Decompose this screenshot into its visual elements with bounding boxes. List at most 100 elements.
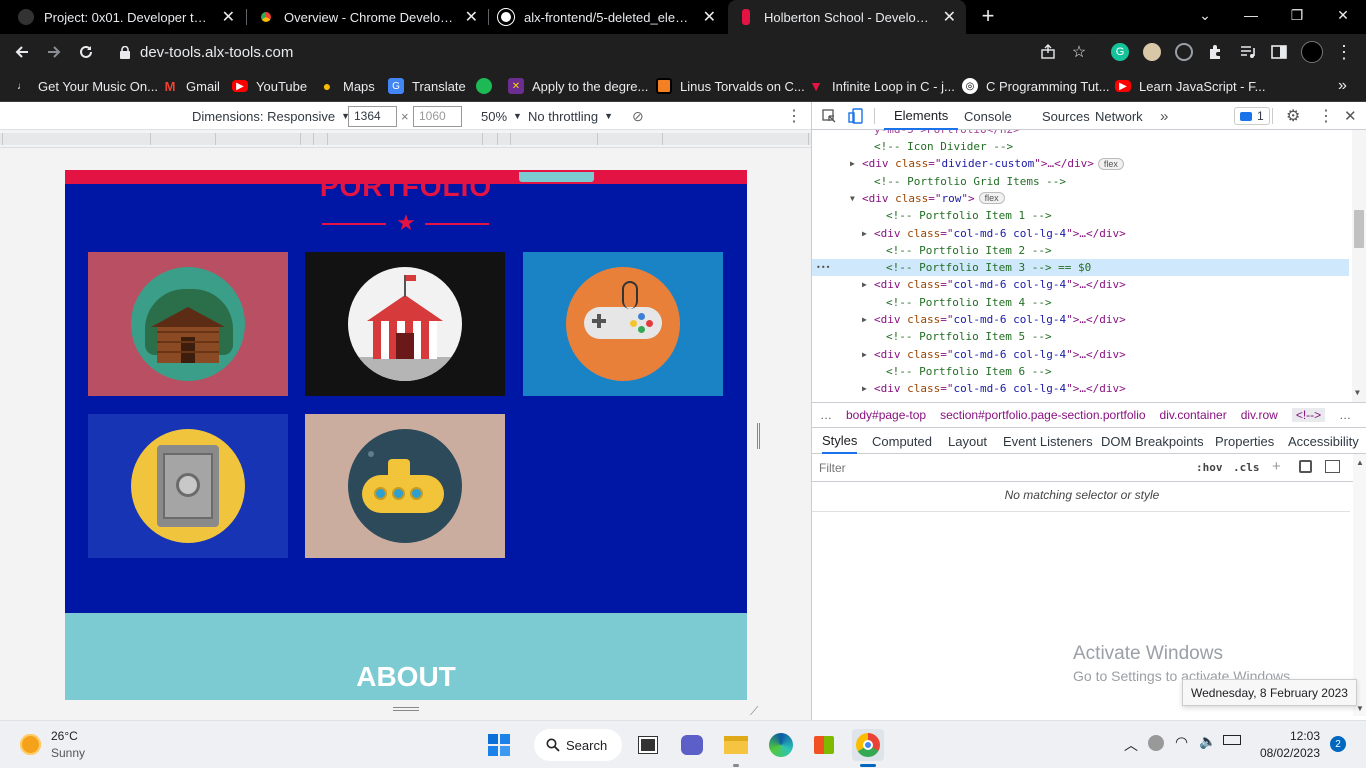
- tab-holberton[interactable]: Holberton School - Developer to ✕: [728, 0, 966, 34]
- grammarly-icon[interactable]: G: [1108, 40, 1132, 64]
- devtools-menu-icon[interactable]: ⋮: [1318, 102, 1334, 130]
- lock-icon[interactable]: [120, 45, 130, 59]
- expand-arrow-icon[interactable]: ▶: [862, 384, 870, 393]
- start-windows-icon[interactable]: [483, 729, 515, 761]
- menu-kebab-icon[interactable]: ⋮: [1332, 40, 1356, 64]
- bookmark-translate[interactable]: G Translate: [388, 76, 466, 96]
- bookmark-star-icon[interactable]: ☆: [1067, 40, 1091, 64]
- chrome-taskbar-icon[interactable]: [852, 729, 884, 761]
- bookmark-music[interactable]: ♩ Get Your Music On...: [14, 76, 158, 96]
- dom-element-line[interactable]: ▶ <div class="col-md-6 col-lg-4">…</div>: [812, 225, 1352, 242]
- back-icon[interactable]: [10, 40, 34, 64]
- zoom-dropdown[interactable]: 50% ▼: [481, 102, 522, 130]
- bookmarks-overflow-button[interactable]: »: [1338, 76, 1347, 96]
- media-query-ruler[interactable]: [0, 130, 811, 148]
- tab-dom-breakpoints[interactable]: DOM Breakpoints: [1101, 428, 1204, 454]
- resize-corner-icon[interactable]: ⟋: [750, 704, 764, 718]
- portfolio-item-game[interactable]: [523, 252, 723, 396]
- breadcrumb-comment[interactable]: <!-->: [1291, 408, 1326, 422]
- file-explorer-icon[interactable]: [720, 729, 752, 761]
- dom-comment-line[interactable]: <!-- Portfolio Item 5 -->: [812, 328, 1352, 345]
- breadcrumb-more-right[interactable]: …: [1339, 408, 1351, 422]
- dom-element-line[interactable]: ▶ <div class="col-md-6 col-lg-4">…</div>: [812, 380, 1352, 397]
- bookmark-gmail[interactable]: M Gmail: [162, 76, 220, 96]
- battery-icon[interactable]: [1223, 735, 1241, 745]
- extensions-puzzle-icon[interactable]: [1203, 40, 1227, 64]
- device-toggle-icon[interactable]: [848, 102, 864, 130]
- dom-comment-line[interactable]: <!-- Portfolio Item 1 -->: [812, 207, 1352, 224]
- profile-avatar-icon[interactable]: [1300, 40, 1324, 64]
- tab-console[interactable]: Console: [964, 102, 1012, 130]
- scroll-thumb[interactable]: [1354, 210, 1364, 248]
- volume-icon[interactable]: 🔈: [1199, 733, 1216, 750]
- dom-comment-line[interactable]: <!-- Portfolio Item 2 -->: [812, 242, 1352, 259]
- tab-network[interactable]: Network: [1095, 102, 1143, 130]
- more-tabs-button[interactable]: »: [1160, 102, 1168, 130]
- expand-arrow-icon[interactable]: ▶: [862, 280, 870, 289]
- tab-accessibility[interactable]: Accessibility: [1288, 428, 1359, 454]
- styles-scrollbar[interactable]: ▲ ▼: [1353, 454, 1366, 716]
- rotate-icon[interactable]: ⊘: [632, 102, 644, 130]
- forward-icon[interactable]: [42, 40, 66, 64]
- breadcrumb-body[interactable]: body#page-top: [846, 408, 926, 422]
- weather-sun-icon[interactable]: [20, 734, 41, 755]
- notification-badge[interactable]: 2: [1330, 736, 1346, 752]
- tab-styles[interactable]: Styles: [822, 428, 858, 454]
- tab-search-button[interactable]: ⌄: [1182, 0, 1228, 30]
- close-devtools-icon[interactable]: ✕: [1344, 102, 1357, 130]
- wifi-icon[interactable]: ◠: [1175, 733, 1188, 751]
- new-tab-button[interactable]: +: [976, 3, 1000, 28]
- dom-comment-line[interactable]: <!-- Portfolio Item 6 -->: [812, 363, 1352, 380]
- bookmark-c-programming[interactable]: ◎ C Programming Tut...: [962, 76, 1110, 96]
- tab-computed[interactable]: Computed: [872, 428, 932, 454]
- close-window-button[interactable]: ✕: [1320, 0, 1366, 30]
- share-icon[interactable]: [1036, 40, 1060, 64]
- close-tab-icon[interactable]: ✕: [703, 7, 716, 27]
- breadcrumb-container[interactable]: div.container: [1160, 408, 1227, 422]
- tab-sources[interactable]: Sources: [1042, 102, 1090, 130]
- portfolio-item-circus[interactable]: [305, 252, 505, 396]
- expand-arrow-icon[interactable]: ▶: [850, 159, 858, 168]
- breadcrumb-section[interactable]: section#portfolio.page-section.portfolio: [940, 408, 1145, 422]
- width-input[interactable]: 1364: [348, 105, 397, 127]
- device-options-icon[interactable]: ⋮: [786, 102, 802, 130]
- extension-avatar-icon[interactable]: [1140, 40, 1164, 64]
- tray-app-icon[interactable]: [1148, 735, 1164, 751]
- weather-condition[interactable]: Sunny: [51, 746, 85, 760]
- rendering-emulation-icon[interactable]: [1299, 460, 1312, 473]
- expand-arrow-open-icon[interactable]: ▼: [850, 194, 858, 203]
- bookmark-apply[interactable]: ✕ Apply to the degre...: [508, 76, 648, 96]
- side-panel-icon[interactable]: [1267, 40, 1291, 64]
- task-view-icon[interactable]: [632, 729, 664, 761]
- hov-toggle[interactable]: :hov: [1196, 461, 1223, 474]
- minimize-button[interactable]: —: [1228, 0, 1274, 30]
- bookmark-linus[interactable]: Linus Torvalds on C...: [656, 76, 805, 96]
- bookmark-maps[interactable]: ● Maps: [319, 76, 375, 96]
- clock-date[interactable]: 08/02/2023: [1250, 746, 1320, 760]
- dom-comment-line[interactable]: <!-- Portfolio Item 4 -->: [812, 294, 1352, 311]
- tab-project[interactable]: Project: 0x01. Developer tools | N ✕: [8, 0, 245, 34]
- bookmark-infinite-loop[interactable]: ▼ Infinite Loop in C - j...: [808, 76, 955, 96]
- tab-elements[interactable]: Elements: [884, 102, 959, 130]
- nav-button[interactable]: [519, 172, 594, 182]
- extension-c-icon[interactable]: [1172, 40, 1196, 64]
- bookmark-youtube[interactable]: ▶ YouTube: [232, 76, 307, 96]
- tab-layout[interactable]: Layout: [948, 428, 987, 454]
- expand-arrow-icon[interactable]: ▶: [862, 229, 870, 238]
- edge-icon[interactable]: [765, 729, 797, 761]
- dom-comment-line[interactable]: <!-- Portfolio Grid Items -->: [812, 173, 1352, 190]
- close-tab-icon[interactable]: ✕: [222, 7, 235, 27]
- flex-badge[interactable]: flex: [1097, 157, 1124, 170]
- bookmark-learn-js[interactable]: ▶ Learn JavaScript - F...: [1115, 76, 1265, 96]
- media-control-icon[interactable]: [1236, 40, 1260, 64]
- close-tab-icon[interactable]: ✕: [943, 7, 956, 27]
- expand-arrow-icon[interactable]: ▶: [862, 350, 870, 359]
- elements-scrollbar[interactable]: ▼: [1352, 130, 1366, 402]
- dom-line-menu-icon[interactable]: •••: [816, 263, 830, 272]
- tab-overview[interactable]: Overview - Chrome Developers ✕: [248, 0, 488, 34]
- microsoft-store-icon[interactable]: [808, 729, 840, 761]
- dom-comment-line[interactable]: ••• <!-- Portfolio Item 3 --> == $0: [812, 259, 1349, 277]
- new-style-rule-icon[interactable]: +: [1272, 458, 1281, 475]
- portfolio-page[interactable]: PORTFOLIO ★ ABOUT: [65, 170, 747, 700]
- tab-event-listeners[interactable]: Event Listeners: [1003, 428, 1093, 454]
